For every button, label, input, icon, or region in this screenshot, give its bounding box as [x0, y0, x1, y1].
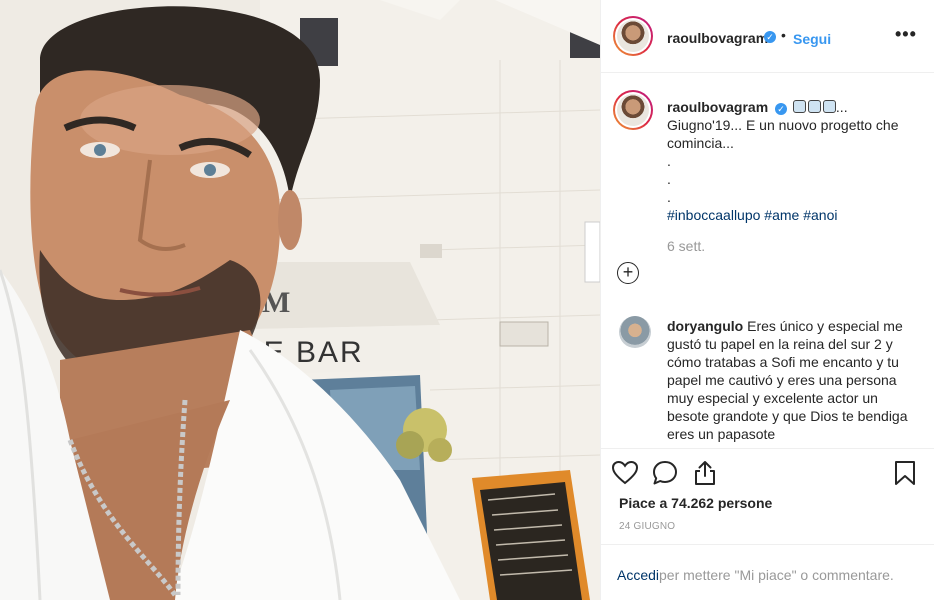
caption-author-avatar[interactable]: [613, 90, 653, 130]
post-date: 24 GIUGNO: [619, 521, 676, 532]
hashtag-link[interactable]: #inboccaallupo: [667, 207, 760, 223]
login-link[interactable]: Accedi: [617, 567, 659, 583]
post-age[interactable]: 6 sett.: [667, 238, 705, 254]
login-prompt-text: per mettere "Mi piace" o commentare.: [659, 567, 894, 583]
likes-count[interactable]: Piace a 74.262 persone: [619, 495, 772, 511]
emoji-icon: [807, 100, 821, 113]
verified-badge-icon: ✓: [764, 31, 776, 43]
comment-text: Eres único y especial me gustó tu papel …: [667, 318, 908, 442]
comment-bubble-icon[interactable]: [651, 459, 679, 487]
more-options-icon[interactable]: •••: [895, 24, 917, 45]
post-actions: Piace a 74.262 persone 24 GIUGNO: [601, 448, 934, 543]
author-username[interactable]: raoulbovagram: [667, 30, 768, 46]
verified-badge-icon: ✓: [775, 103, 788, 115]
add-comment-bar: Accedi per mettere "Mi piace" o commenta…: [601, 544, 934, 600]
follow-button[interactable]: Segui: [793, 31, 831, 47]
caption-text: Giugno'19... E un nuovo progetto che com…: [667, 117, 899, 151]
header-separator: •: [781, 27, 786, 43]
commenter-avatar[interactable]: [619, 316, 651, 348]
post-photo[interactable]: NE BAR M: [0, 0, 600, 600]
caption-dot: .: [667, 153, 671, 169]
commenter-username[interactable]: doryangulo: [667, 318, 743, 334]
author-avatar[interactable]: [613, 16, 653, 56]
hashtag-link[interactable]: #anoi: [803, 207, 837, 223]
emoji-icon: [792, 100, 806, 113]
comment-item: doryangulo Eres único y especial me gust…: [667, 317, 917, 443]
caption-ellipsis: ...: [835, 99, 848, 115]
caption-hashtags: #inboccaallupo #ame #anoi: [667, 206, 917, 224]
post-image: NE BAR M: [0, 0, 600, 600]
hashtag-link[interactable]: #ame: [764, 207, 799, 223]
load-more-comments-icon[interactable]: +: [617, 262, 639, 284]
post-header: raoulbovagram ✓ • Segui •••: [601, 0, 934, 73]
heart-icon[interactable]: [611, 459, 639, 487]
caption-dot: .: [667, 171, 671, 187]
post-side-panel: raoulbovagram ✓ • Segui ••• raoulbovagra…: [600, 0, 934, 600]
caption-username[interactable]: raoulbovagram: [667, 99, 768, 115]
caption-dot: .: [667, 189, 671, 205]
emoji-icon: [822, 100, 836, 113]
bookmark-icon[interactable]: [891, 459, 919, 487]
comments-section[interactable]: raoulbovagram ✓ ... Giugno'19... E un nu…: [601, 73, 934, 448]
share-icon[interactable]: [691, 459, 719, 487]
post-caption: raoulbovagram ✓ ... Giugno'19... E un nu…: [667, 98, 917, 224]
